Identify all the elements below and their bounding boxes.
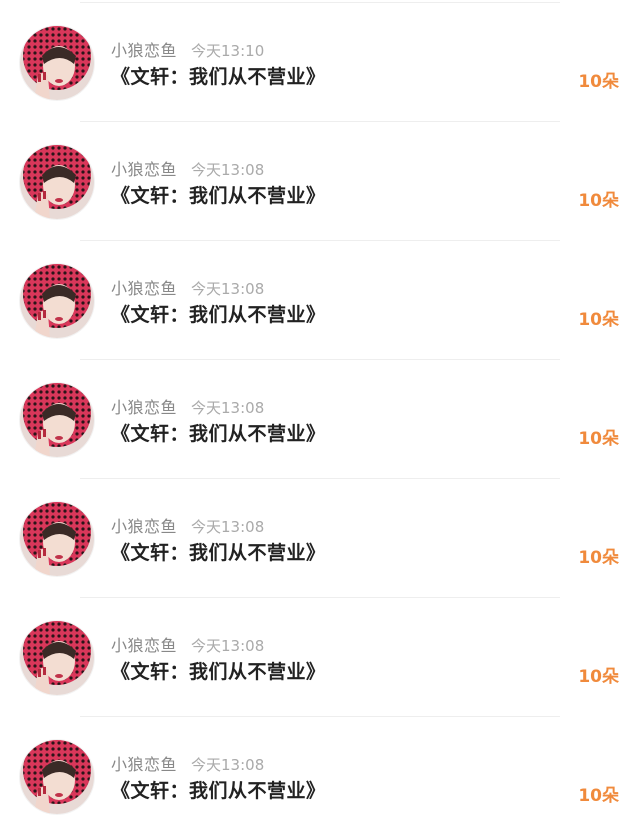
gift-count: 10朵 — [578, 310, 619, 330]
item-title[interactable]: 《文轩：我们从不营业》 — [111, 300, 326, 327]
gift-count: 10朵 — [578, 548, 619, 568]
item-title[interactable]: 《文轩：我们从不营业》 — [111, 538, 326, 565]
username[interactable]: 小狼恋鱼 — [111, 279, 177, 298]
avatar[interactable] — [20, 740, 94, 814]
user-avatar-photo-icon — [20, 621, 94, 695]
timestamp: 今天13:08 — [191, 756, 265, 774]
item-meta: 小狼恋鱼 今天13:08 — [111, 513, 265, 536]
avatar[interactable] — [20, 621, 94, 695]
item-title[interactable]: 《文轩：我们从不营业》 — [111, 181, 326, 208]
avatar[interactable] — [20, 502, 94, 576]
list-item[interactable]: 小狼恋鱼 今天13:08 《文轩：我们从不营业》 10朵 — [0, 595, 640, 715]
item-title[interactable]: 《文轩：我们从不营业》 — [111, 776, 326, 803]
username[interactable]: 小狼恋鱼 — [111, 398, 177, 417]
item-meta: 小狼恋鱼 今天13:08 — [111, 632, 265, 655]
list-item[interactable]: 小狼恋鱼 今天13:08 《文轩：我们从不营业》 10朵 — [0, 476, 640, 596]
timestamp: 今天13:08 — [191, 518, 265, 536]
avatar[interactable] — [20, 145, 94, 219]
user-avatar-photo-icon — [20, 383, 94, 457]
username[interactable]: 小狼恋鱼 — [111, 636, 177, 655]
avatar[interactable] — [20, 26, 94, 100]
timestamp: 今天13:08 — [191, 161, 265, 179]
gift-count: 10朵 — [578, 786, 619, 806]
timestamp: 今天13:08 — [191, 399, 265, 417]
item-meta: 小狼恋鱼 今天13:10 — [111, 37, 265, 60]
avatar[interactable] — [20, 383, 94, 457]
gift-count: 10朵 — [578, 667, 619, 687]
user-avatar-photo-icon — [20, 26, 94, 100]
user-avatar-photo-icon — [20, 740, 94, 814]
item-title[interactable]: 《文轩：我们从不营业》 — [111, 657, 326, 684]
timestamp: 今天13:08 — [191, 637, 265, 655]
timestamp: 今天13:08 — [191, 280, 265, 298]
username[interactable]: 小狼恋鱼 — [111, 160, 177, 179]
item-meta: 小狼恋鱼 今天13:08 — [111, 751, 265, 774]
username[interactable]: 小狼恋鱼 — [111, 517, 177, 536]
gift-count: 10朵 — [578, 191, 619, 211]
list-item[interactable]: 小狼恋鱼 今天13:10 《文轩：我们从不营业》 10朵 — [0, 0, 640, 120]
gift-count: 10朵 — [578, 429, 619, 449]
avatar[interactable] — [20, 264, 94, 338]
item-meta: 小狼恋鱼 今天13:08 — [111, 394, 265, 417]
item-title[interactable]: 《文轩：我们从不营业》 — [111, 62, 326, 89]
gift-feed-list: 小狼恋鱼 今天13:10 《文轩：我们从不营业》 10朵 小狼恋鱼 今天13:0… — [0, 0, 640, 831]
list-item[interactable]: 小狼恋鱼 今天13:08 《文轩：我们从不营业》 10朵 — [0, 357, 640, 477]
list-item[interactable]: 小狼恋鱼 今天13:08 《文轩：我们从不营业》 10朵 — [0, 714, 640, 834]
item-meta: 小狼恋鱼 今天13:08 — [111, 275, 265, 298]
item-title[interactable]: 《文轩：我们从不营业》 — [111, 419, 326, 446]
list-item[interactable]: 小狼恋鱼 今天13:08 《文轩：我们从不营业》 10朵 — [0, 238, 640, 358]
user-avatar-photo-icon — [20, 145, 94, 219]
list-item[interactable]: 小狼恋鱼 今天13:08 《文轩：我们从不营业》 10朵 — [0, 119, 640, 239]
timestamp: 今天13:10 — [191, 42, 265, 60]
item-meta: 小狼恋鱼 今天13:08 — [111, 156, 265, 179]
username[interactable]: 小狼恋鱼 — [111, 41, 177, 60]
gift-count: 10朵 — [578, 72, 619, 92]
user-avatar-photo-icon — [20, 264, 94, 338]
username[interactable]: 小狼恋鱼 — [111, 755, 177, 774]
user-avatar-photo-icon — [20, 502, 94, 576]
